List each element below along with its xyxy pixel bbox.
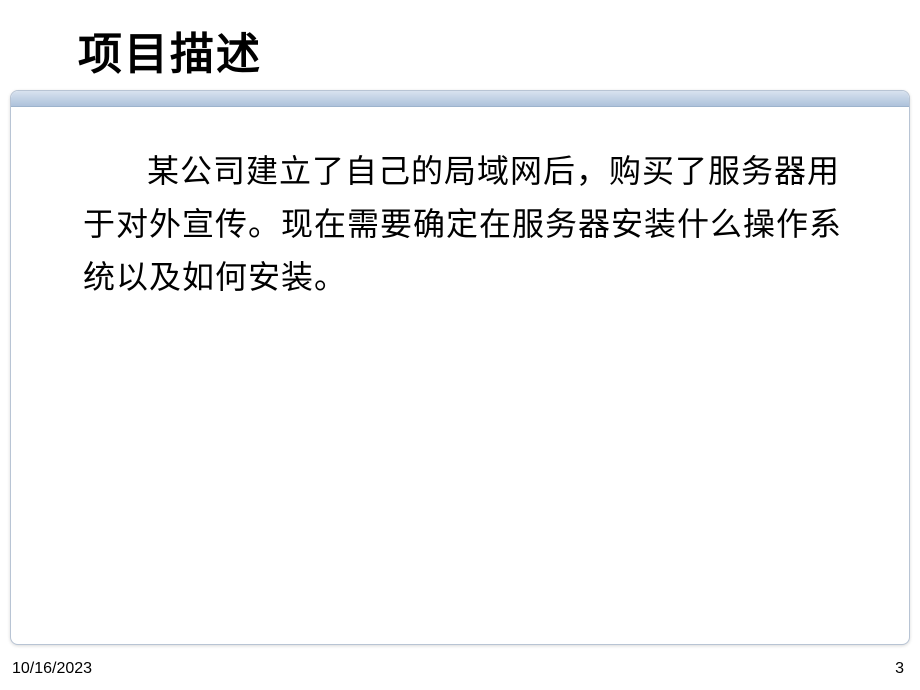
- footer-date: 10/16/2023: [12, 660, 92, 678]
- slide-title: 项目描述: [78, 18, 262, 82]
- panel-header-bar: [11, 91, 909, 107]
- content-panel: 某公司建立了自己的局域网后，购买了服务器用于对外宣传。现在需要确定在服务器安装什…: [10, 90, 910, 645]
- footer-page-number: 3: [895, 660, 904, 678]
- body-text: 某公司建立了自己的局域网后，购买了服务器用于对外宣传。现在需要确定在服务器安装什…: [11, 107, 909, 323]
